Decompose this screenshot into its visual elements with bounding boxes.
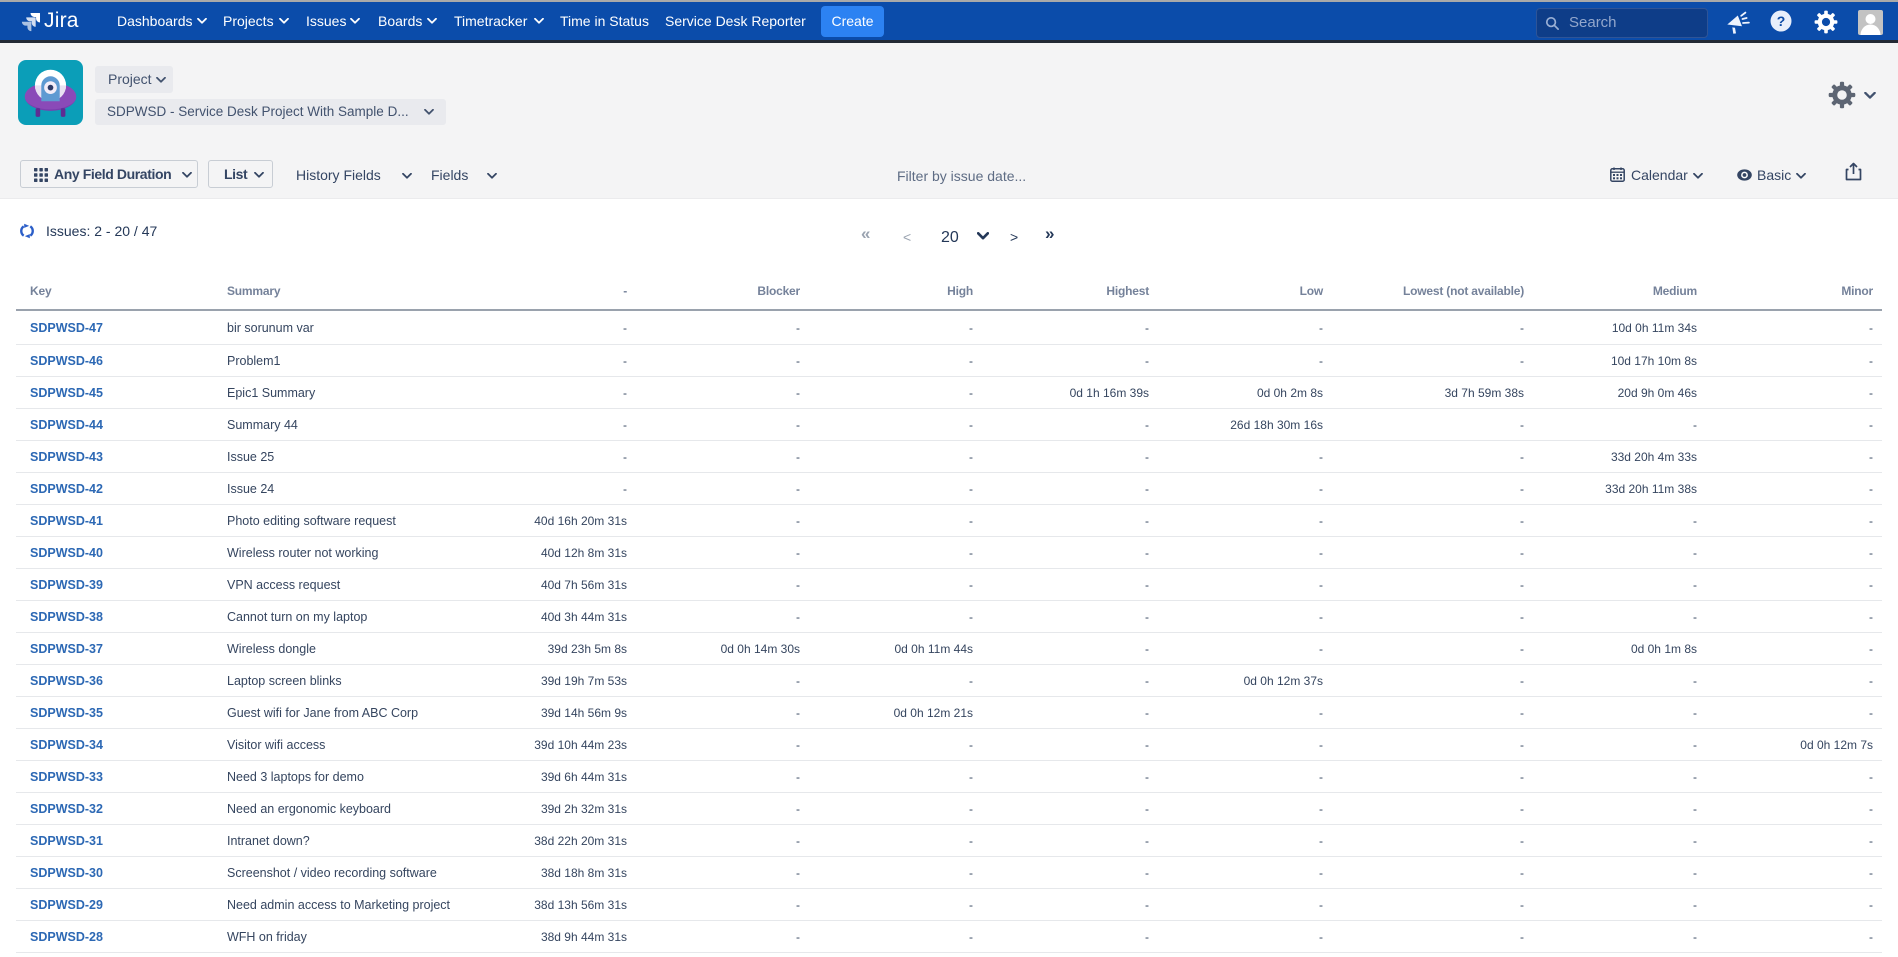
svg-text:?: ? xyxy=(1777,13,1786,29)
